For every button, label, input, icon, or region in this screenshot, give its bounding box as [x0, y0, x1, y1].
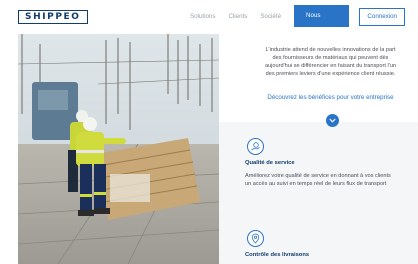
nav-solutions[interactable]: Solutions	[190, 11, 215, 33]
logo-text: SHIPPEO	[25, 12, 81, 22]
quality-feature-icon	[247, 138, 264, 155]
intro-paragraph: L'industrie attend de nouvelles innovati…	[243, 46, 418, 78]
quality-line-2: un accès au suivi en temps réel de leurs…	[245, 181, 387, 187]
hand-coin-icon	[251, 142, 260, 151]
delivery-feature-icon	[247, 230, 264, 247]
quality-feature-description: Améliorez votre qualité de service en do…	[245, 172, 418, 188]
intro-line-1: L'industrie attend de nouvelles innovati…	[265, 47, 396, 53]
construction-workers-image	[18, 34, 219, 264]
contact-button[interactable]: Nous contacter	[294, 5, 350, 41]
chevron-down-icon	[329, 118, 336, 123]
intro-line-2: des fournisseurs de matériaux qui peuven…	[272, 55, 389, 61]
location-pin-icon	[251, 233, 260, 244]
features-section: Qualité de service Améliorez votre quali…	[219, 122, 418, 264]
intro-line-3: aujourd'hui se différencier en faisant d…	[264, 63, 397, 69]
quality-feature-title: Qualité de service	[245, 160, 295, 166]
shippeo-logo[interactable]: SHIPPEO	[18, 10, 88, 24]
content-panel: L'industrie attend de nouvelles innovati…	[219, 34, 418, 264]
scroll-down-button[interactable]	[326, 114, 339, 127]
nav-clients[interactable]: Clients	[228, 11, 247, 33]
quality-line-1: Améliorez votre qualité de service en do…	[245, 173, 391, 179]
main-nav: Solutions Clients Société Nous contacter…	[190, 5, 418, 41]
top-header: SHIPPEO Solutions Clients Société Nous c…	[0, 0, 418, 41]
login-button[interactable]: Connexion	[359, 8, 405, 26]
nav-societe[interactable]: Société	[260, 11, 281, 33]
hero-photo	[18, 34, 219, 264]
delivery-feature-title: Contrôle des livraisons	[245, 252, 310, 258]
discover-benefits-link[interactable]: Découvrez les bénéfices pour votre entre…	[243, 94, 418, 101]
page: SHIPPEO Solutions Clients Société Nous c…	[0, 0, 418, 264]
intro-line-4: des premiers leviers d'une expérience cl…	[265, 71, 396, 77]
